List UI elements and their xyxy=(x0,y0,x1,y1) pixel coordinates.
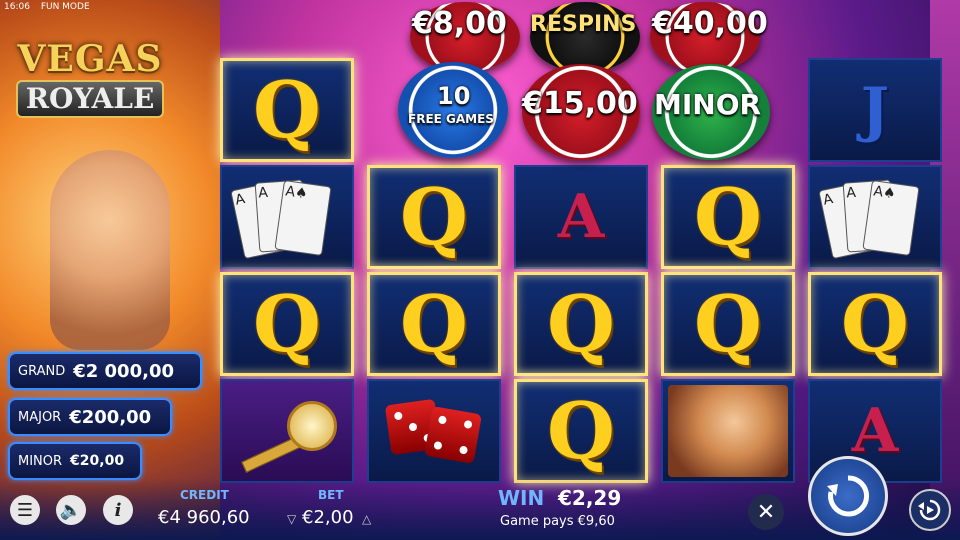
win-value: €2,29 xyxy=(558,486,622,510)
free-games-count: 10 xyxy=(437,82,471,110)
bonus-value: €15,00 xyxy=(522,86,638,121)
minor-label: MINOR xyxy=(654,88,762,121)
jackpot-major: MAJOR €200,00 xyxy=(8,398,172,436)
clock: 16:06 xyxy=(4,2,30,12)
game-pays-text: Game pays €9,60 xyxy=(500,514,615,529)
symbol-q: Q xyxy=(400,278,468,370)
lightning-disabled-icon: ✕ xyxy=(756,499,776,525)
jackpot-value: €20,00 xyxy=(70,453,125,469)
jackpot-label: MAJOR xyxy=(18,409,62,425)
game-logo: VEGAS ROYALE xyxy=(10,40,170,118)
speaker-icon: 🔈 xyxy=(59,499,83,521)
spin-button[interactable] xyxy=(808,456,888,536)
symbol-q: Q xyxy=(253,278,321,370)
symbol-q: Q xyxy=(694,278,762,370)
cards-symbol: A A A♠ xyxy=(818,177,925,260)
showgirl-illustration xyxy=(50,150,170,350)
symbol-a: A xyxy=(851,396,899,466)
key-symbol xyxy=(232,401,342,473)
reel-cell: Q xyxy=(514,379,648,483)
reel-cell: A A A♠ xyxy=(220,165,354,269)
menu-button[interactable]: ☰ xyxy=(10,495,40,525)
free-games-label: FREE GAMES xyxy=(408,112,494,126)
jackpot-value: €2 000,00 xyxy=(73,360,174,382)
credit-value: €4 960,60 xyxy=(158,507,250,528)
hamburger-icon: ☰ xyxy=(16,499,34,521)
bonus-chip-blue xyxy=(398,62,508,158)
symbol-a: A xyxy=(557,182,605,252)
reel-cell xyxy=(220,379,354,483)
reel-cell xyxy=(367,379,501,483)
reel-cell: A xyxy=(514,165,648,269)
logo-line1: VEGAS xyxy=(17,38,163,80)
symbol-j: J xyxy=(860,75,890,145)
reel-cell: Q xyxy=(367,272,501,376)
jackpot-label: MINOR xyxy=(18,453,63,469)
bonus-value: €40,00 xyxy=(652,6,768,41)
spin-icon xyxy=(827,475,870,517)
logo-line2: ROYALE xyxy=(15,80,165,118)
mode-label: FUN MODE xyxy=(40,2,90,12)
turbo-button[interactable]: ✕ xyxy=(748,494,784,530)
sound-button[interactable]: 🔈 xyxy=(56,495,86,525)
dice-symbol xyxy=(384,396,484,466)
reel-cell: Q xyxy=(514,272,648,376)
symbol-q: Q xyxy=(400,171,468,263)
info-button[interactable]: i xyxy=(103,495,133,525)
bet-decrease-icon[interactable]: ▽ xyxy=(287,512,296,526)
symbol-q: Q xyxy=(253,64,321,156)
symbol-q: Q xyxy=(547,385,615,477)
credit-label: CREDIT xyxy=(180,488,229,502)
reel-cell: Q xyxy=(661,165,795,269)
reel-cell: Q xyxy=(661,272,795,376)
bet-increase-icon[interactable]: △ xyxy=(362,512,371,526)
bet-label: BET xyxy=(318,488,344,502)
autoplay-icon xyxy=(918,499,941,521)
bet-value: €2,00 xyxy=(302,507,354,528)
reel-cell: Q xyxy=(220,272,354,376)
cards-symbol: A A A♠ xyxy=(230,177,337,260)
win-label: WIN xyxy=(498,486,545,510)
reel-cell: Q xyxy=(367,165,501,269)
symbol-q: Q xyxy=(841,278,909,370)
symbol-q: Q xyxy=(547,278,615,370)
info-icon: i xyxy=(114,499,122,521)
reel-cell: A A A♠ xyxy=(808,165,942,269)
status-bar: 16:06 FUN MODE xyxy=(4,2,98,12)
reel-cell xyxy=(661,379,795,483)
jackpot-label: GRAND xyxy=(18,363,66,379)
jackpot-grand: GRAND €2 000,00 xyxy=(8,352,202,390)
jackpot-value: €200,00 xyxy=(69,406,152,428)
bonus-value: €8,00 xyxy=(412,6,507,41)
reel-cell: Q xyxy=(808,272,942,376)
showgirl-symbol xyxy=(668,385,788,477)
reel-cell: J xyxy=(808,58,942,162)
jackpot-minor: MINOR €20,00 xyxy=(8,442,142,480)
autoplay-button[interactable] xyxy=(909,489,951,531)
reel-cell: Q xyxy=(220,58,354,162)
symbol-q: Q xyxy=(694,171,762,263)
respins-label: RESPINS xyxy=(530,12,637,37)
